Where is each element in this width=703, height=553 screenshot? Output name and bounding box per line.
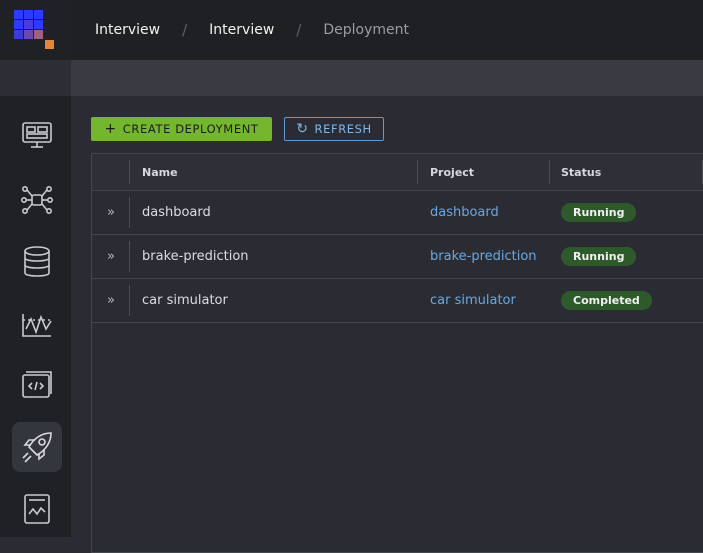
breadcrumb-separator: /: [182, 21, 188, 39]
expand-row-icon[interactable]: »: [92, 279, 130, 322]
table-header-row: Name Project Status: [92, 154, 703, 191]
deployment-name: brake-prediction: [142, 249, 249, 264]
expand-row-icon[interactable]: »: [92, 191, 130, 234]
project-link[interactable]: car simulator: [430, 279, 516, 322]
deployment-name: dashboard: [142, 205, 211, 220]
top-header: Interview / Interview / Deployment: [71, 0, 703, 60]
status-badge: Completed: [561, 291, 652, 310]
monitoring-icon: [22, 314, 52, 337]
code-icon: [22, 371, 52, 398]
sidebar-item-pipelines[interactable]: [12, 175, 62, 225]
dashboard-icon: [22, 122, 52, 148]
status-badge: Running: [561, 203, 637, 222]
pipelines-icon: [20, 185, 53, 214]
breadcrumb-item[interactable]: Interview: [209, 22, 274, 38]
deployment-icon: [22, 432, 52, 463]
status-cell: Completed: [561, 279, 652, 322]
table-row[interactable]: » brake-prediction brake-prediction Runn…: [92, 235, 703, 279]
sidebar-item-code[interactable]: [12, 361, 62, 411]
breadcrumb-current: Deployment: [323, 22, 409, 38]
sidebar-item-dashboard[interactable]: [12, 110, 62, 160]
project-link[interactable]: dashboard: [430, 191, 499, 234]
deployment-name: car simulator: [142, 293, 228, 308]
column-divider: [129, 241, 130, 272]
column-divider[interactable]: [417, 160, 418, 184]
column-divider[interactable]: [549, 160, 550, 184]
status-cell: Running: [561, 191, 637, 234]
refresh-label: REFRESH: [314, 122, 372, 136]
breadcrumb-separator: /: [296, 21, 302, 39]
column-divider: [129, 160, 130, 184]
table-row[interactable]: » dashboard dashboard Running: [92, 191, 703, 235]
sidebar-item-monitoring[interactable]: [12, 299, 62, 349]
refresh-icon: ↻: [296, 121, 309, 137]
refresh-button[interactable]: ↻ REFRESH: [284, 117, 384, 141]
create-deployment-label: CREATE DEPLOYMENT: [122, 122, 259, 136]
expand-row-icon[interactable]: »: [92, 235, 130, 278]
datasets-icon: [24, 246, 50, 277]
column-header-status[interactable]: Status: [561, 154, 601, 190]
sidebar-item-deployment[interactable]: [12, 422, 62, 472]
plus-icon: +: [104, 121, 117, 137]
status-badge: Running: [561, 247, 637, 266]
column-header-project[interactable]: Project: [430, 154, 474, 190]
project-link[interactable]: brake-prediction: [430, 235, 537, 278]
reports-icon: [24, 494, 50, 524]
column-divider: [129, 285, 130, 316]
sidebar-item-datasets[interactable]: [12, 237, 62, 287]
table-row[interactable]: » car simulator car simulator Completed: [92, 279, 703, 323]
app-logo[interactable]: [14, 10, 56, 50]
sub-toolbar-left: [0, 60, 71, 96]
column-divider: [129, 197, 130, 228]
status-cell: Running: [561, 235, 637, 278]
sub-toolbar: [0, 60, 703, 96]
column-header-name[interactable]: Name: [142, 154, 178, 190]
breadcrumb-item[interactable]: Interview: [95, 22, 160, 38]
create-deployment-button[interactable]: + CREATE DEPLOYMENT: [91, 117, 272, 141]
deployments-table: Name Project Status » dashboard dashboar…: [91, 153, 703, 553]
sidebar-item-reports[interactable]: [12, 484, 62, 534]
